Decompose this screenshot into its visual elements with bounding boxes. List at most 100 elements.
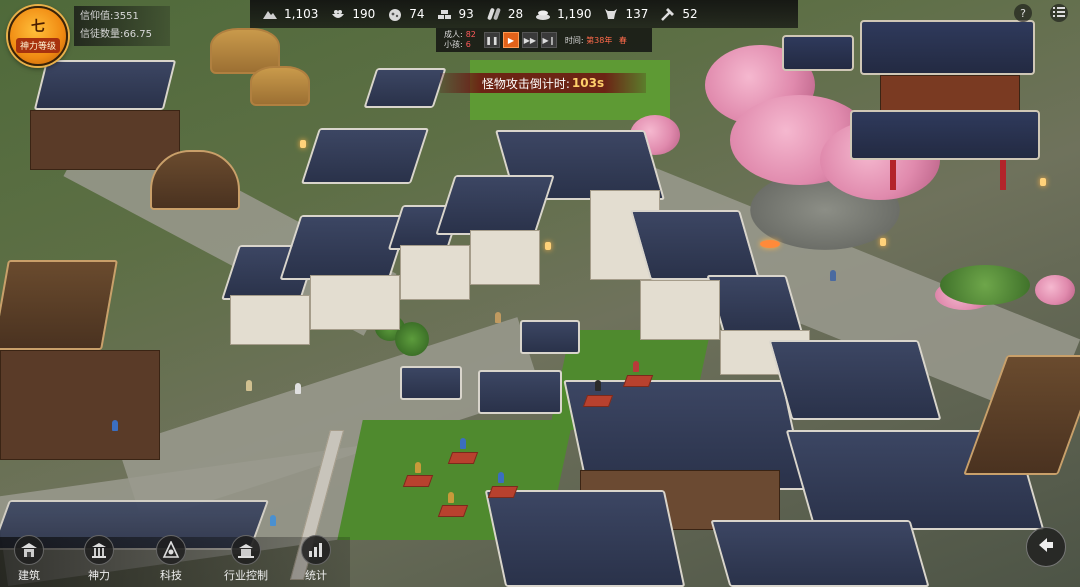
pagoda-pillar: [890, 160, 896, 190]
skip-forward-icon: ▶❙: [542, 35, 556, 45]
desk: [402, 475, 434, 487]
time-season: 春: [618, 35, 627, 45]
monster-attack-countdown: 怪物攻击倒计时: 103s: [440, 73, 646, 93]
house-wall: [640, 280, 720, 340]
play-button[interactable]: ▶: [502, 32, 519, 48]
lantern: [760, 240, 780, 248]
house-roof: [768, 340, 942, 420]
time-control-panel: 成人: 82 小孩: 6 ❚❚ ▶ ▶▶ ▶❙ 时间: 第38年 春: [436, 28, 652, 52]
desk: [582, 395, 614, 407]
lantern: [1040, 178, 1046, 186]
faith-level-badge[interactable]: 七 神力等级: [8, 6, 68, 66]
faith-stats-panel: 信仰值:3551 信徒数量:66.75: [74, 6, 170, 46]
ox-head-icon: [603, 6, 619, 22]
hall-roof: [484, 490, 686, 587]
adults-label: 成人:: [444, 30, 463, 39]
statistics-icon: [301, 535, 331, 565]
building-icon: [14, 535, 44, 565]
resource-food[interactable]: 190: [330, 0, 375, 28]
pause-button[interactable]: ❚❚: [483, 32, 500, 48]
tools-icon: [660, 6, 676, 22]
industry-control-button[interactable]: 行业控制: [214, 535, 278, 583]
back-button[interactable]: [1026, 527, 1066, 567]
house-roof: [706, 275, 804, 335]
villager: [595, 380, 601, 391]
tech-button[interactable]: 科技: [142, 535, 200, 583]
house-wall: [230, 295, 310, 345]
adults-row: 成人: 82: [444, 30, 476, 40]
pagoda-temple: [860, 20, 1035, 75]
desk: [487, 486, 519, 498]
help-button[interactable]: ?: [1014, 4, 1032, 22]
pagoda-wall: [880, 75, 1020, 115]
resource-value: 1,103: [284, 7, 319, 21]
belief-value: 信仰值:3551: [80, 11, 139, 22]
villager: [246, 380, 252, 391]
desk: [447, 452, 479, 464]
countdown-time: 103s: [571, 76, 605, 90]
gatehouse-roof: [478, 370, 562, 414]
house-roof: [629, 210, 761, 280]
pause-icon: ❚❚: [485, 35, 499, 45]
resource-livestock[interactable]: 137: [603, 0, 648, 28]
desk: [622, 375, 654, 387]
population-panel: 成人: 82 小孩: 6: [444, 30, 476, 50]
resource-lumber[interactable]: 28: [486, 0, 523, 28]
house-wall: [400, 245, 470, 300]
house-roof: [710, 520, 930, 587]
house-roof: [300, 128, 430, 184]
villager: [112, 420, 118, 431]
game-time: 时间: 第38年 春: [565, 35, 627, 46]
lantern: [545, 242, 551, 250]
back-arrow-icon: [1036, 535, 1056, 559]
villager: [270, 515, 276, 526]
house-wall: [30, 110, 180, 170]
tree: [395, 322, 429, 356]
faith-level-label: 神力等级: [15, 37, 60, 53]
resource-value: 137: [625, 7, 649, 21]
menu-label: 统计: [305, 569, 327, 582]
menu-button[interactable]: [1050, 4, 1068, 22]
deity-icon: [84, 535, 114, 565]
resource-bricks[interactable]: 93: [437, 0, 474, 28]
bricks-icon: [437, 6, 453, 22]
villager: [448, 492, 454, 503]
house-roof: [33, 60, 177, 110]
workshop-roof: [0, 260, 118, 350]
pavilion: [782, 35, 854, 71]
resource-value: 52: [682, 7, 698, 21]
build-button[interactable]: 建筑: [0, 535, 58, 583]
resource-value: 74: [409, 7, 425, 21]
villager: [295, 383, 301, 394]
villager: [498, 472, 504, 483]
industry-icon: [231, 535, 261, 565]
pagoda-pillar: [1000, 160, 1006, 190]
play-icon: ▶: [507, 35, 514, 45]
resource-coins[interactable]: 1,190: [535, 0, 591, 28]
house-roof: [363, 68, 447, 108]
adults-count: 82: [465, 30, 476, 39]
skip-forward-button[interactable]: ▶❙: [540, 32, 557, 48]
house-wall: [310, 275, 400, 330]
time-year: 第38年: [586, 35, 613, 45]
resource-tools[interactable]: 52: [660, 0, 698, 28]
tech-tree-icon: [156, 535, 186, 565]
arched-roof: [150, 150, 240, 210]
coins-icon: [535, 6, 551, 22]
resource-value: 93: [458, 7, 474, 21]
villager: [415, 462, 421, 473]
stone-pile-icon: [262, 6, 278, 22]
resource-ore[interactable]: 74: [387, 0, 425, 28]
pagoda-temple: [850, 110, 1040, 160]
menu-label: 科技: [160, 569, 182, 582]
lantern: [880, 238, 886, 246]
tree: [940, 265, 1030, 305]
help-icon: ?: [1020, 6, 1026, 20]
resource-value: 1,190: [557, 7, 592, 21]
fast-forward-button[interactable]: ▶▶: [521, 32, 538, 48]
deity-button[interactable]: 神力: [70, 535, 128, 583]
resource-stone[interactable]: 1,103: [262, 0, 318, 28]
statistics-button[interactable]: 统计: [287, 535, 345, 583]
children-label: 小孩:: [444, 40, 463, 49]
resource-value: 190: [352, 7, 376, 21]
